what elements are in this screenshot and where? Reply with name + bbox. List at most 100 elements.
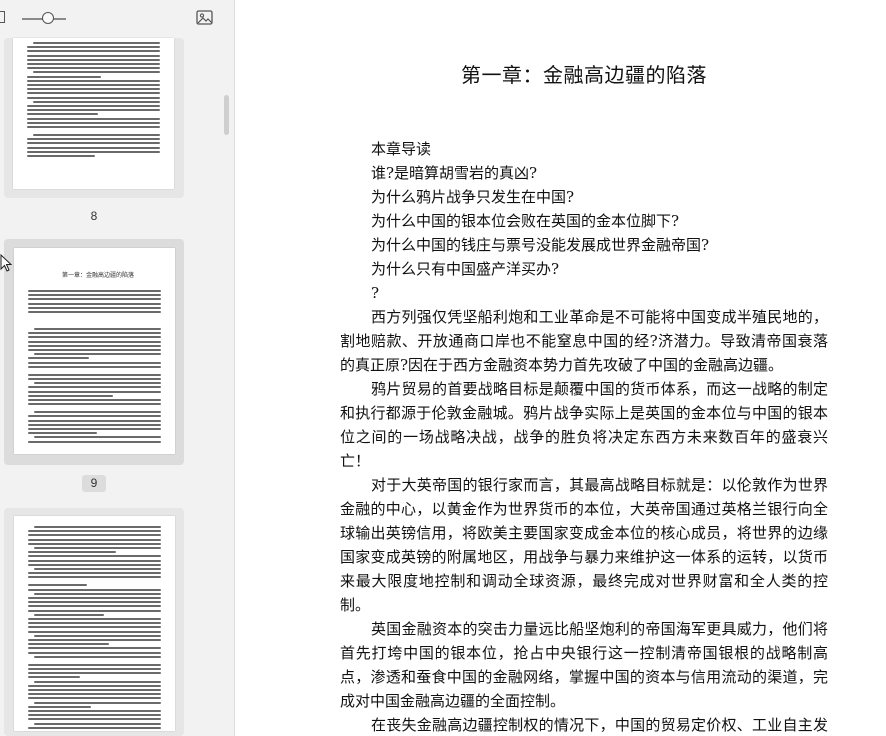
thumbnail-text-line	[28, 676, 80, 679]
thumbnail-text-line	[27, 121, 160, 124]
body-paragraph: 在丧失金融高边疆控制权的情况下，中国的贸易定价权、工业自主发展的定位权、政府的财…	[371, 716, 828, 734]
thumbnail-text-line	[27, 96, 160, 99]
zoom-slider-handle[interactable]	[42, 12, 54, 24]
thumbnail-text-line	[27, 58, 160, 61]
thumbnail-page-image	[14, 516, 175, 731]
thumbnail-text-line	[28, 668, 161, 670]
thumbnail-text-line	[28, 588, 161, 591]
thumbnail-text-line	[28, 294, 161, 297]
chapter-intro: 本章导读 谁?是暗算胡雪岩的真凶? 为什么鸦片战争只发生在中国? 为什么中国的银…	[340, 137, 828, 305]
thumbnail-text-line	[34, 613, 104, 616]
thumbnail-text-line	[28, 386, 161, 389]
sidebar-toolbar	[0, 0, 234, 38]
thumbnail-text-line	[34, 436, 161, 439]
thumbnail-text-line	[28, 538, 161, 541]
thumbnail-text-line	[28, 336, 161, 339]
page-thumbnail-8[interactable]	[4, 38, 184, 198]
page-number-label: 9	[82, 475, 106, 492]
thumbnail-text-line	[28, 718, 161, 721]
thumbnail-text-line	[28, 415, 161, 418]
thumbnail-text-line	[27, 146, 160, 149]
body-paragraph: 对于大英帝国的银行家而言，其最高战略目标就是：以伦敦作为世界金融的中心，以黄金作…	[340, 476, 828, 614]
thumbnail-text-line	[27, 79, 160, 82]
body-paragraph: 鸦片贸易的首要战略目标是颠覆中国的货币体系，而这一战略的制定和执行都源于伦敦金融…	[340, 380, 828, 470]
thumbnail-text-line	[34, 722, 161, 725]
thumbnail-text-line	[28, 618, 161, 620]
thumbnail-text-line	[34, 634, 161, 637]
thumbnail-text-line	[28, 432, 97, 435]
thumbnail-text-line	[28, 555, 161, 558]
thumbnail-text-line	[28, 626, 161, 629]
thumbnail-text-line	[28, 651, 161, 654]
intro-line: 为什么中国的钱庄与票号没能发展成世界金融帝国?	[371, 236, 710, 254]
thumbnail-text-line	[28, 705, 91, 708]
thumbnail-text-line	[28, 551, 116, 554]
thumbnail-text-line	[28, 689, 161, 691]
thumbnail-sidebar: 8 第一章：金融高边疆的陷落 9	[0, 0, 235, 736]
mouse-cursor-icon	[0, 254, 12, 272]
thumbnail-text-line	[28, 361, 161, 364]
thumbnail-text-line	[28, 390, 161, 393]
thumbnail-text-line	[27, 113, 98, 116]
thumbnail-text-line	[28, 572, 161, 575]
thumbnail-title: 第一章：金融高边疆的陷落	[62, 272, 135, 279]
thumbnail-text-line	[28, 609, 161, 612]
thumbnail-text-line	[27, 142, 160, 145]
thumbnail-text-line	[34, 328, 161, 330]
thumbnail-text-line	[28, 663, 161, 666]
thumbnail-text-line	[28, 290, 161, 292]
thumbnail-text-line	[27, 105, 160, 107]
document-page: 第一章：金融高边疆的陷落 本章导读 谁?是暗算胡雪岩的真凶? 为什么鸦片战争只发…	[340, 60, 828, 736]
thumbnail-text-line	[28, 357, 89, 360]
thumbnail-text-line	[34, 411, 161, 414]
page-number-label: 8	[90, 209, 98, 223]
thumbnail-text-line	[27, 92, 160, 95]
thumbnail-text-line	[27, 63, 160, 65]
sidebar-scrollbar[interactable]	[224, 95, 229, 135]
thumbnail-text-line	[28, 530, 161, 533]
thumbnail-text-line	[28, 306, 161, 309]
thumbnail-text-line	[28, 563, 161, 566]
thumbnail-text-line	[28, 726, 161, 729]
thumbnail-text-line	[28, 584, 87, 587]
body-paragraph: 西方列强仅凭坚船利炮和工业革命是不可能将中国变成半殖民地的，割地赔款、开放通商口…	[340, 308, 828, 374]
intro-line: 本章导读	[371, 140, 432, 158]
thumbnail-text-line	[27, 150, 160, 153]
thumbnail-page-image: 第一章：金融高边疆的陷落	[14, 248, 175, 454]
thumbnail-text-line	[27, 138, 160, 141]
thumbnail-text-line	[27, 75, 101, 78]
page-thumbnail-9[interactable]: 第一章：金融高边疆的陷落	[4, 239, 184, 465]
thumbnail-text-line	[34, 568, 161, 570]
thumbnail-text-line	[34, 382, 161, 385]
thumbnail-text-line	[27, 46, 160, 49]
thumbnail-text-line	[27, 155, 95, 157]
intro-line: 为什么鸦片战争只发生在中国?	[371, 188, 575, 206]
intro-line: 为什么只有中国盛产洋买办?	[371, 260, 560, 278]
thumbnail-text-line	[33, 100, 160, 103]
thumbnail-text-line	[28, 639, 161, 641]
thumbnail-text-line	[28, 365, 161, 368]
thumbnail-text-line	[28, 542, 161, 545]
thumbnail-text-line	[34, 526, 161, 528]
thumbnail-text-line	[33, 42, 160, 44]
body-paragraph: 英国金融资本的突击力量远比船坚炮利的帝国海军更具威力，他们将首先打垮中国的银本位…	[340, 620, 828, 710]
thumbnail-text-line	[28, 419, 161, 422]
thumbnail-text-line	[28, 576, 161, 579]
page-thumbnail-10[interactable]	[4, 508, 184, 736]
thumbnail-text-line	[33, 71, 160, 74]
thumbnail-text-line	[28, 340, 161, 343]
thumbnail-text-line	[28, 605, 161, 608]
thumbnail-text-line	[28, 332, 161, 335]
thumbnail-text-line	[27, 50, 160, 53]
thumbnail-text-line	[27, 67, 160, 70]
thumbnail-text-line	[28, 440, 161, 443]
chapter-title: 第一章：金融高边疆的陷落	[461, 63, 707, 87]
chapter-body: 西方列强仅凭坚船利炮和工业革命是不可能将中国变成半殖民地的，割地赔款、开放通商口…	[340, 305, 828, 736]
thumbnail-text-line	[28, 344, 161, 347]
thumbnail-text-line	[28, 672, 161, 675]
thumbnail-text-line	[28, 394, 113, 397]
thumbnail-text-line	[34, 680, 161, 683]
thumbnail-text-line	[28, 714, 161, 717]
panel-toggle-icon[interactable]	[0, 11, 5, 23]
image-icon[interactable]	[196, 10, 213, 25]
